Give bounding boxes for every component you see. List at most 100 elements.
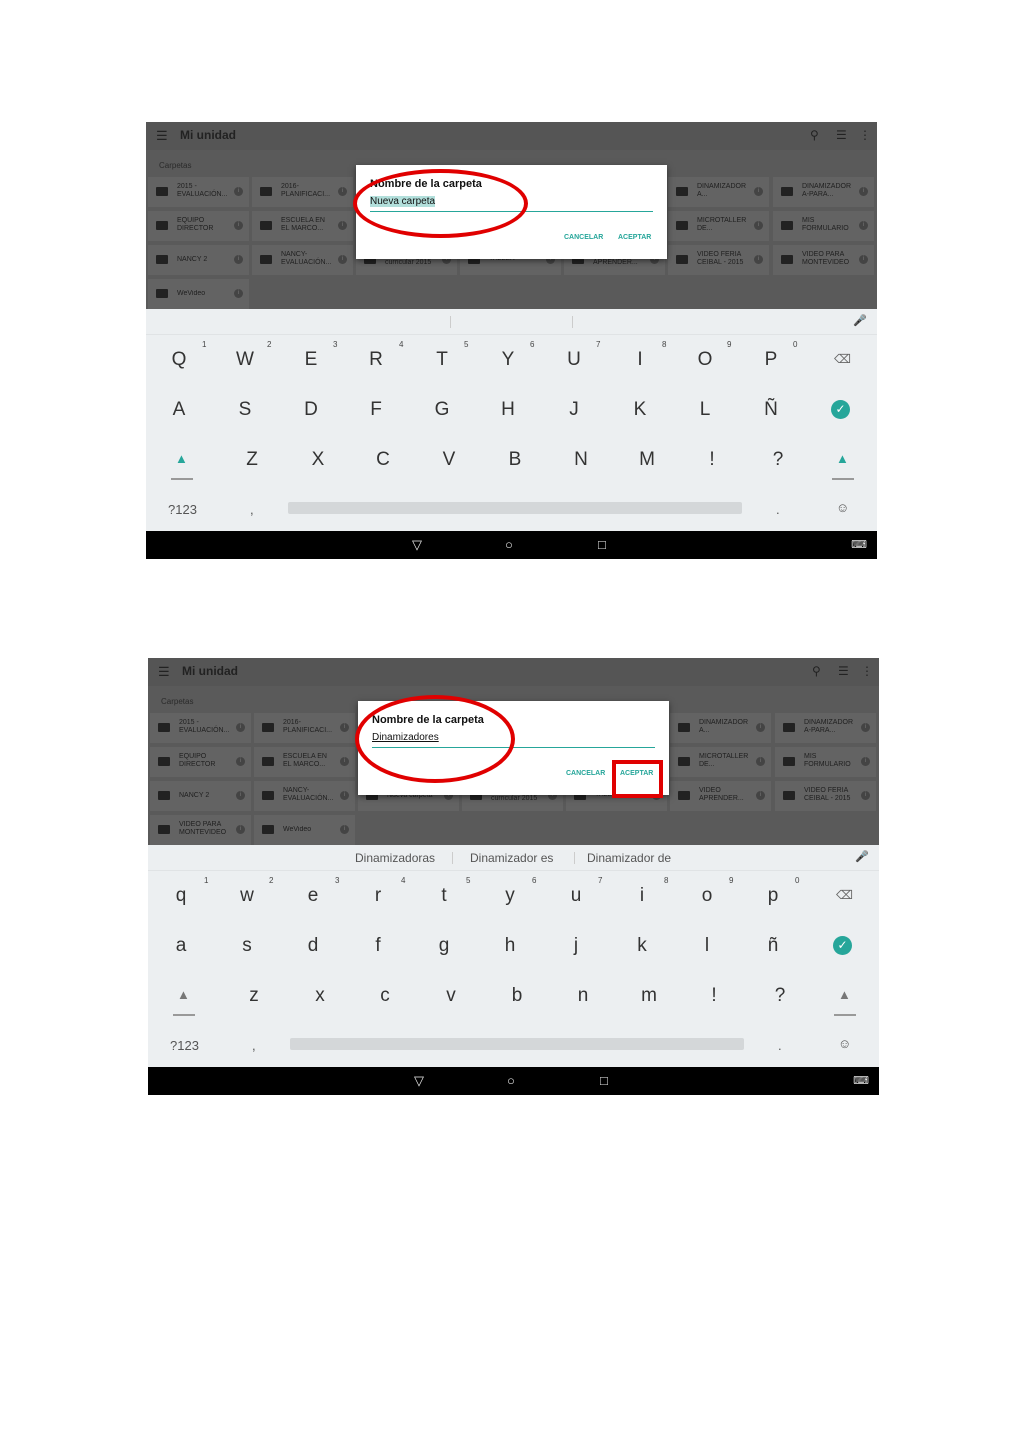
- info-icon[interactable]: i: [861, 791, 870, 800]
- key-o[interactable]: O: [687, 349, 723, 371]
- key-e[interactable]: e: [295, 885, 331, 907]
- info-icon[interactable]: i: [754, 221, 763, 230]
- folder-item[interactable]: MIS FORMULARIO i: [773, 211, 874, 241]
- key-g[interactable]: G: [424, 399, 460, 421]
- menu-icon[interactable]: ☰: [158, 664, 170, 680]
- info-icon[interactable]: i: [754, 187, 763, 196]
- keyboard-icon[interactable]: ⌨: [853, 1074, 869, 1087]
- info-icon[interactable]: i: [756, 723, 765, 732]
- more-vert-icon[interactable]: ⋮: [859, 128, 871, 142]
- key-enye[interactable]: ñ: [755, 935, 791, 957]
- key-r[interactable]: R: [358, 349, 394, 371]
- key-l[interactable]: l: [689, 935, 725, 957]
- mic-icon[interactable]: 🎤: [853, 314, 867, 327]
- key-v[interactable]: v: [433, 985, 469, 1007]
- key-c[interactable]: c: [367, 985, 403, 1007]
- info-icon[interactable]: i: [338, 187, 347, 196]
- info-icon[interactable]: i: [234, 187, 243, 196]
- folder-item[interactable]: VIDEO PARA MONTEVIDEO i: [150, 815, 251, 845]
- menu-icon[interactable]: ☰: [156, 128, 168, 144]
- key-i[interactable]: i: [624, 885, 660, 907]
- key-j[interactable]: j: [558, 935, 594, 957]
- key-k[interactable]: K: [622, 399, 658, 421]
- folder-item[interactable]: NANCY- EVALUACIÓN... i: [254, 781, 355, 811]
- keyboard-icon[interactable]: ⌨: [851, 538, 867, 551]
- key-y[interactable]: y: [492, 885, 528, 907]
- folder-item[interactable]: NANCY- EVALUACIÓN... i: [252, 245, 353, 275]
- folder-item[interactable]: EQUIPO DIRECTOR i: [150, 747, 251, 777]
- info-icon[interactable]: i: [234, 221, 243, 230]
- key-m[interactable]: m: [631, 985, 667, 1007]
- info-icon[interactable]: i: [340, 825, 349, 834]
- key-period[interactable]: .: [776, 502, 780, 517]
- folder-item[interactable]: VIDEO FERIA CEIBAL - 2015 i: [668, 245, 769, 275]
- key-m[interactable]: M: [629, 449, 665, 471]
- key-s[interactable]: s: [229, 935, 265, 957]
- folder-item[interactable]: WeVideo i: [148, 279, 249, 309]
- nav-back-icon[interactable]: ▽: [412, 537, 422, 553]
- info-icon[interactable]: i: [756, 791, 765, 800]
- folder-item[interactable]: 2015 - EVALUACIÓN... i: [148, 177, 249, 207]
- folder-item[interactable]: NANCY 2 i: [148, 245, 249, 275]
- key-o[interactable]: o: [689, 885, 725, 907]
- backspace-icon[interactable]: ⌫: [834, 352, 851, 366]
- accept-button[interactable]: ACEPTAR: [618, 234, 651, 241]
- info-icon[interactable]: i: [859, 221, 868, 230]
- check-icon[interactable]: ✓: [833, 936, 852, 955]
- nav-recents-icon[interactable]: □: [598, 537, 606, 552]
- info-icon[interactable]: i: [756, 757, 765, 766]
- info-icon[interactable]: i: [861, 723, 870, 732]
- key-p[interactable]: p: [755, 885, 791, 907]
- check-icon[interactable]: ✓: [831, 400, 850, 419]
- mic-icon[interactable]: 🎤: [855, 850, 869, 863]
- key-d[interactable]: D: [293, 399, 329, 421]
- suggestion-item[interactable]: Dinamizadoras: [355, 851, 435, 865]
- key-v[interactable]: V: [431, 449, 467, 471]
- key-comma[interactable]: ,: [250, 502, 254, 517]
- key-exclamation[interactable]: !: [696, 985, 732, 1007]
- key-y[interactable]: Y: [490, 349, 526, 371]
- suggestion-item[interactable]: Dinamizador es: [470, 851, 553, 865]
- shift-icon[interactable]: ▲: [177, 987, 190, 1002]
- space-bar[interactable]: [288, 502, 742, 514]
- folder-item[interactable]: 2016- PLANIFICACI... i: [254, 713, 355, 743]
- folder-item[interactable]: VIDEO PARA MONTEVIDEO i: [773, 245, 874, 275]
- shift-icon[interactable]: ▲: [836, 451, 849, 466]
- info-icon[interactable]: i: [234, 255, 243, 264]
- space-bar[interactable]: [290, 1038, 744, 1050]
- shift-icon[interactable]: ▲: [175, 451, 188, 466]
- key-n[interactable]: N: [563, 449, 599, 471]
- folder-item[interactable]: MICROTALLER DE... i: [668, 211, 769, 241]
- key-l[interactable]: L: [687, 399, 723, 421]
- folder-item[interactable]: DINAMIZADOR A-PARA... i: [775, 713, 876, 743]
- folder-item[interactable]: DINAMIZADOR A... i: [668, 177, 769, 207]
- info-icon[interactable]: i: [236, 825, 245, 834]
- folder-item[interactable]: VIDEO APRENDER... i: [670, 781, 771, 811]
- more-vert-icon[interactable]: ⋮: [861, 664, 873, 678]
- key-s[interactable]: S: [227, 399, 263, 421]
- key-q[interactable]: q: [163, 885, 199, 907]
- key-w[interactable]: W: [227, 349, 263, 371]
- key-u[interactable]: U: [556, 349, 592, 371]
- key-w[interactable]: w: [229, 885, 265, 907]
- key-g[interactable]: g: [426, 935, 462, 957]
- folder-item[interactable]: NANCY 2 i: [150, 781, 251, 811]
- key-period[interactable]: .: [778, 1038, 782, 1053]
- folder-item[interactable]: WeVideo i: [254, 815, 355, 845]
- search-icon[interactable]: ⚲: [812, 664, 821, 678]
- key-question[interactable]: ?: [762, 985, 798, 1007]
- key-d[interactable]: d: [295, 935, 331, 957]
- info-icon[interactable]: i: [340, 757, 349, 766]
- cancel-button[interactable]: CANCELAR: [564, 234, 603, 241]
- emoji-icon[interactable]: ☺: [838, 1036, 851, 1051]
- key-c[interactable]: C: [365, 449, 401, 471]
- backspace-icon[interactable]: ⌫: [836, 888, 853, 902]
- info-icon[interactable]: i: [861, 757, 870, 766]
- key-j[interactable]: J: [556, 399, 592, 421]
- folder-item[interactable]: ESCUELA EN EL MARCO... i: [252, 211, 353, 241]
- symbols-key[interactable]: ?123: [170, 1038, 199, 1053]
- key-u[interactable]: u: [558, 885, 594, 907]
- key-h[interactable]: H: [490, 399, 526, 421]
- key-comma[interactable]: ,: [252, 1038, 256, 1053]
- key-b[interactable]: B: [497, 449, 533, 471]
